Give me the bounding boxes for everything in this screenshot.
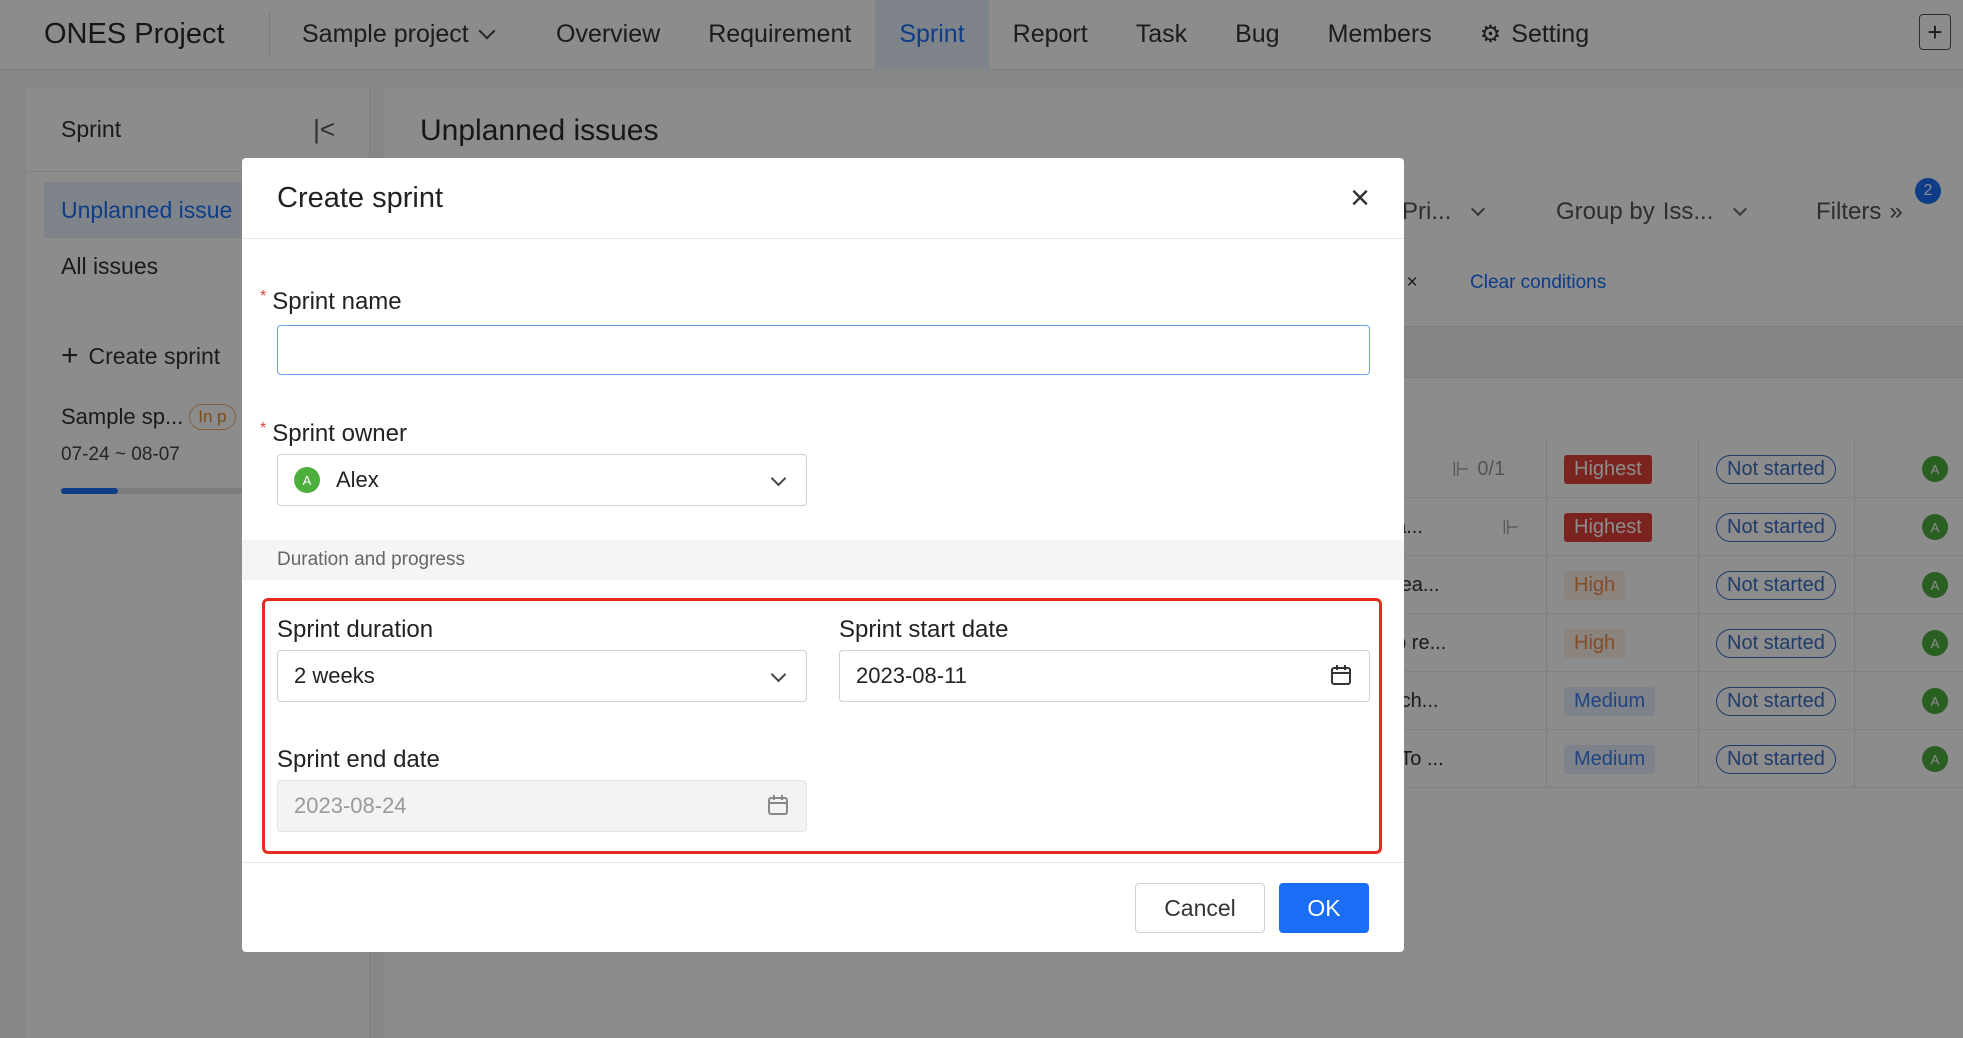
dialog-footer: Cancel OK: [242, 862, 1404, 952]
create-sprint-dialog: Create sprint × * Sprint name * Sprint own…: [242, 158, 1404, 952]
start-date-value: 2023-08-11: [856, 663, 967, 688]
owner-value: Alex: [336, 467, 379, 492]
required-asterisk: *: [260, 420, 267, 437]
sprint-start-date-input[interactable]: 2023-08-11: [839, 650, 1370, 702]
required-asterisk: *: [260, 288, 267, 305]
sprint-end-date-input: 2023-08-24: [277, 780, 807, 832]
dialog-title: Create sprint: [277, 181, 444, 214]
section-header: Duration and progress: [242, 540, 1404, 580]
sprint-name-label: * Sprint name: [260, 288, 402, 316]
sprint-end-date-label: Sprint end date: [277, 746, 440, 773]
chevron-down-icon: [770, 666, 787, 683]
sprint-duration-select[interactable]: 2 weeks: [277, 650, 807, 702]
cancel-button[interactable]: Cancel: [1135, 883, 1265, 933]
sprint-owner-select[interactable]: A Alex: [277, 454, 807, 506]
chevron-down-icon: [770, 470, 787, 487]
end-date-value: 2023-08-24: [294, 793, 407, 818]
avatar: A: [294, 467, 320, 493]
ok-button[interactable]: OK: [1279, 883, 1369, 933]
sprint-owner-label: * Sprint owner: [260, 420, 407, 448]
close-icon[interactable]: ×: [1350, 181, 1370, 215]
calendar-icon: [1331, 665, 1351, 685]
sprint-name-label-text: Sprint name: [272, 288, 402, 315]
sprint-owner-label-text: Sprint owner: [272, 420, 407, 447]
sprint-name-input[interactable]: [277, 325, 1370, 375]
calendar-icon: [768, 795, 788, 815]
sprint-duration-label: Sprint duration: [277, 616, 434, 643]
duration-value: 2 weeks: [294, 663, 375, 688]
dialog-header: Create sprint ×: [242, 158, 1404, 239]
sprint-start-date-label: Sprint start date: [839, 616, 1009, 643]
